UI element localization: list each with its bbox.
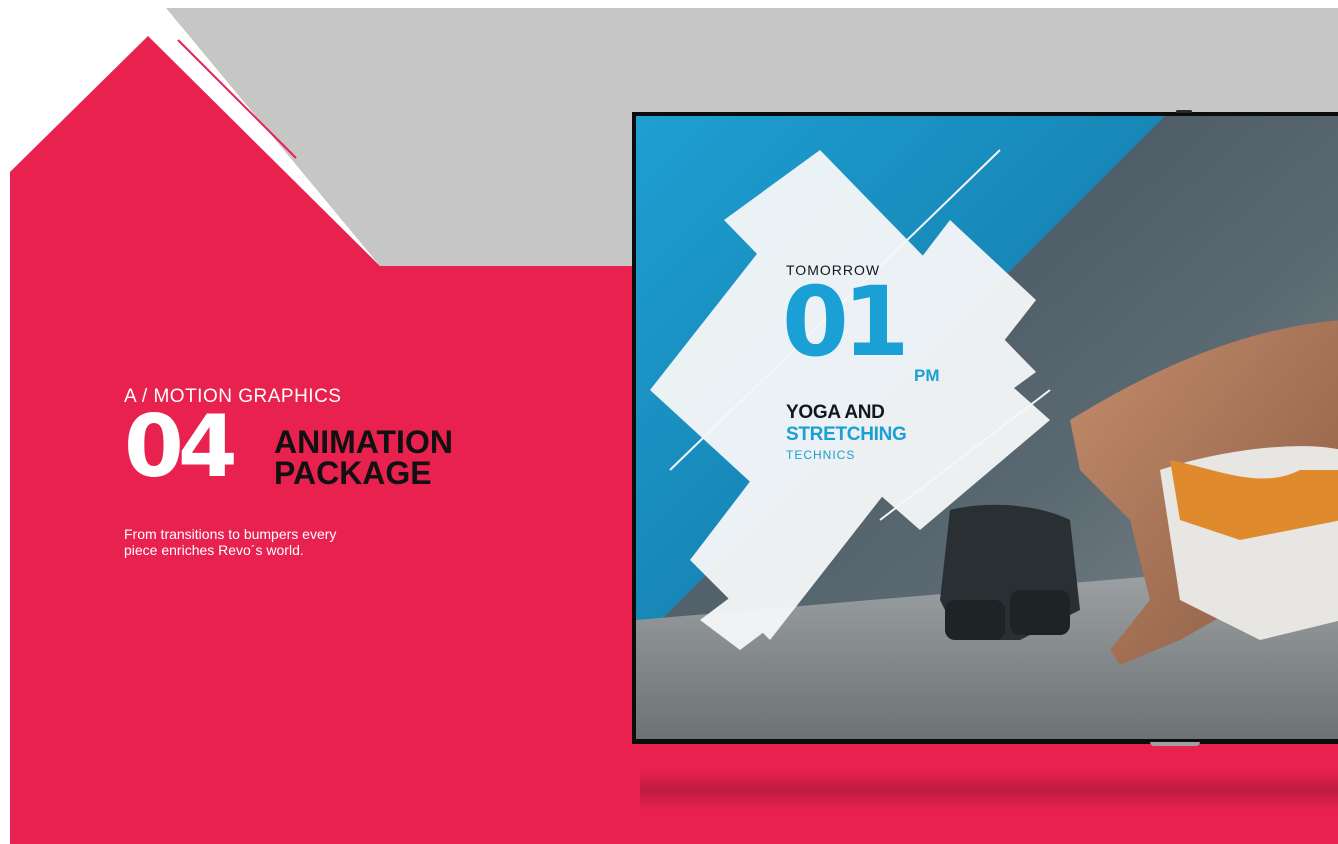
tv-stand <box>1150 742 1200 746</box>
overlay-title-line-2: STRETCHING <box>786 424 907 445</box>
section-title: 04 ANIMATION PACKAGE <box>124 404 524 500</box>
section-intro: A / MOTION GRAPHICS 04 ANIMATION PACKAGE… <box>124 386 453 558</box>
description-line-2: piece enriches Revo´s world. <box>124 542 304 558</box>
title-line-1: ANIMATION <box>274 424 453 460</box>
section-title-text: ANIMATION PACKAGE <box>274 424 453 491</box>
description-line-1: From transitions to bumpers every <box>124 526 337 542</box>
slide: A / MOTION GRAPHICS 04 ANIMATION PACKAGE… <box>0 0 1338 844</box>
overlay-title-line-1: YOGA AND <box>786 402 885 423</box>
tv-sensor <box>1176 110 1192 113</box>
overlay-hour: 01 <box>782 266 910 378</box>
overlay-ampm: PM <box>914 366 940 385</box>
section-number: 04 <box>124 397 238 497</box>
tv-screen-photo <box>636 116 1338 739</box>
section-description: From transitions to bumpers every piece … <box>124 526 404 558</box>
overlay-title-line-3: TECHNICS <box>786 448 856 462</box>
title-line-2: PACKAGE <box>274 455 432 491</box>
